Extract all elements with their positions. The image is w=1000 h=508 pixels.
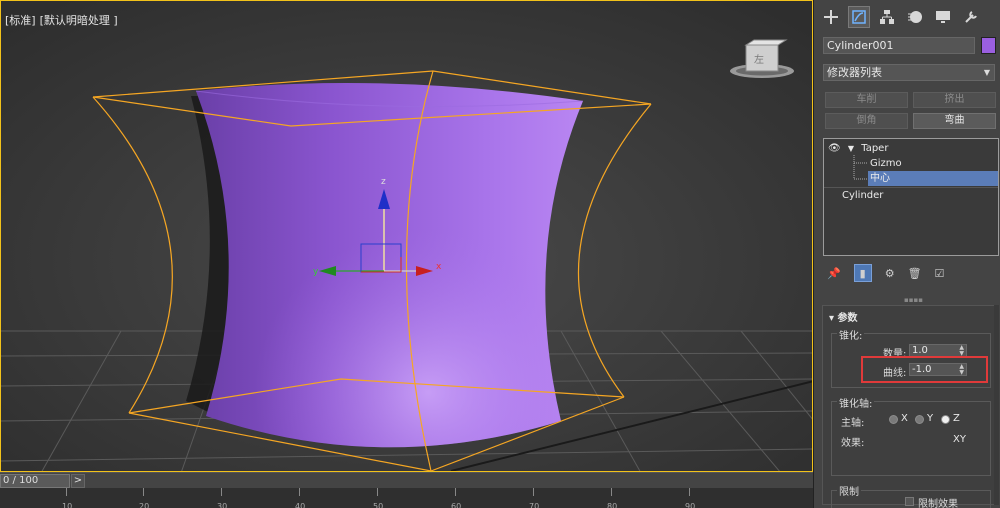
object-color-swatch[interactable] — [981, 37, 996, 54]
stack-item-center[interactable]: 中心 — [868, 171, 998, 186]
modifier-list-dropdown[interactable]: 修改器列表 ▼ — [823, 64, 995, 81]
parameters-title[interactable]: ▾ 参数 — [829, 309, 858, 324]
tick-label: 30 — [217, 502, 228, 508]
expand-icon[interactable]: ▼ — [848, 144, 854, 153]
tick-label: 10 — [62, 502, 73, 508]
object-name-field[interactable] — [823, 37, 975, 54]
next-frame-button[interactable]: > — [71, 474, 85, 488]
primary-z-radio[interactable] — [941, 415, 950, 424]
command-panel: 修改器列表 ▼ 车削 挤出 倒角 弯曲 👁 ▼ Taper Gizmo 中心 C… — [813, 0, 1000, 508]
hierarchy-icon[interactable] — [876, 6, 898, 28]
tick-label: 50 — [373, 502, 384, 508]
amount-value: 1.0 — [912, 345, 928, 356]
taper-axis-group-label: 锥化轴: — [837, 395, 875, 410]
create-icon[interactable] — [820, 6, 842, 28]
time-slider[interactable]: 0 / 100 > — [0, 472, 813, 488]
stack-item-taper[interactable]: 👁 ▼ Taper — [828, 141, 888, 156]
tick-label: 60 — [451, 502, 462, 508]
display-icon[interactable] — [932, 6, 954, 28]
stack-item-label: 中心 — [870, 173, 890, 184]
eye-icon[interactable]: 👁 — [828, 143, 841, 154]
command-panel-tabs — [814, 0, 1000, 34]
tick-label: 40 — [295, 502, 306, 508]
axis-z-label: z — [381, 177, 386, 187]
limit-effect-label: 限制效果 — [918, 499, 958, 508]
stack-item-label: Gizmo — [870, 158, 902, 169]
axis-y-label: y — [313, 267, 319, 277]
curve-highlight-box — [861, 356, 988, 383]
lathe-button[interactable]: 车削 — [825, 92, 908, 108]
parameters-rollout: ▾ 参数 锥化: 数量: 1.0 ▲ ▼ 曲线: -1.0 ▲ ▼ 锥化轴: 主轴:… — [822, 305, 998, 508]
panel-scrollbar[interactable] — [994, 305, 999, 505]
limit-effect-checkbox[interactable] — [905, 497, 914, 506]
utilities-icon[interactable] — [960, 6, 982, 28]
effect-xy-text[interactable]: XY — [953, 434, 966, 445]
rollout-separator: ▪▪▪▪ — [904, 296, 923, 304]
viewport-view-label[interactable]: [标准] — [5, 14, 36, 27]
stack-item-gizmo[interactable]: Gizmo — [870, 156, 902, 171]
stack-item-label: Cylinder — [842, 190, 884, 201]
stack-toolbar: 📌 ▮ ⚙ 🗑 ☑ — [814, 262, 1000, 284]
bevel-button[interactable]: 倒角 — [825, 113, 908, 129]
show-end-result-icon[interactable]: ▮ — [853, 264, 872, 282]
pin-stack-icon[interactable]: 📌 — [827, 267, 841, 280]
tick-label: 70 — [529, 502, 540, 508]
taper-group-label: 锥化: — [837, 327, 865, 342]
viewport-shading-label[interactable]: [默认明暗处理 ] — [40, 14, 118, 27]
chevron-down-icon: ▼ — [983, 68, 990, 77]
primary-axis-label: 主轴: — [841, 418, 865, 429]
time-slider-thumb[interactable]: 0 / 100 — [0, 474, 70, 488]
motion-icon[interactable] — [904, 6, 926, 28]
viewport-scene: z x y — [1, 1, 812, 471]
tick-label: 20 — [139, 502, 150, 508]
remove-modifier-icon[interactable]: 🗑 — [908, 267, 922, 280]
tick-label: 80 — [607, 502, 618, 508]
axis-x-label: x — [436, 262, 442, 272]
configure-sets-icon[interactable]: ☑ — [935, 267, 945, 280]
make-unique-icon[interactable]: ⚙ — [885, 267, 895, 280]
effect-label: 效果: — [841, 438, 865, 449]
viewport-label[interactable]: [标准] [默认明暗处理 ] — [5, 12, 122, 28]
track-bar[interactable]: 10 20 30 40 50 60 70 80 90 — [0, 488, 813, 508]
tree-lines — [853, 155, 868, 180]
viewcube[interactable]: 左 — [728, 39, 796, 81]
bend-button[interactable]: 弯曲 — [913, 113, 996, 129]
stack-item-label: Taper — [861, 143, 889, 154]
modifier-stack[interactable]: 👁 ▼ Taper Gizmo 中心 Cylinder — [823, 138, 999, 256]
tick-label: 90 — [685, 502, 696, 508]
modifier-list-label: 修改器列表 — [827, 66, 882, 79]
viewcube-face-label: 左 — [754, 53, 764, 66]
extrude-button[interactable]: 挤出 — [913, 92, 996, 108]
stack-item-cylinder[interactable]: Cylinder — [824, 187, 998, 202]
perspective-viewport[interactable]: z x y [标准] [默认明暗处理 ] 左 — [0, 0, 813, 472]
axis-x-text: X — [901, 413, 908, 424]
limit-group-label: 限制 — [837, 483, 861, 498]
axis-z-text: Z — [953, 413, 960, 424]
modify-icon[interactable] — [848, 6, 870, 28]
primary-y-radio[interactable] — [915, 415, 924, 424]
primary-x-radio[interactable] — [889, 415, 898, 424]
axis-y-text: Y — [927, 413, 934, 424]
